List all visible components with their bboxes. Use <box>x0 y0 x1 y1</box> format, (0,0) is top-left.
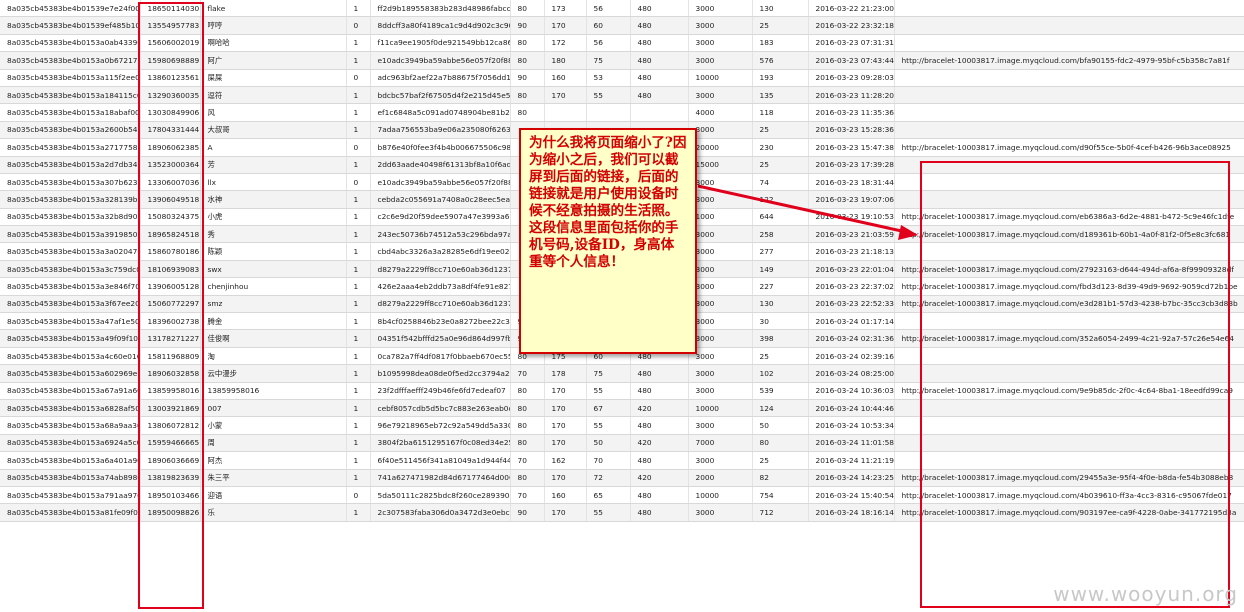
annotation-text-1: 为什么我将页面缩小了?因为缩小之后，我们可以截屏到后面的链接，后面的链接就是用户… <box>529 135 687 219</box>
annotation-text-2: 这段信息里面包括你的手机号码,设备ID，身高体重等个人信息！ <box>529 220 679 270</box>
watermark: www.wooyun.org <box>1053 582 1238 606</box>
annotation-note: 为什么我将页面缩小了?因为缩小之后，我们可以截屏到后面的链接，后面的链接就是用户… <box>519 128 697 354</box>
